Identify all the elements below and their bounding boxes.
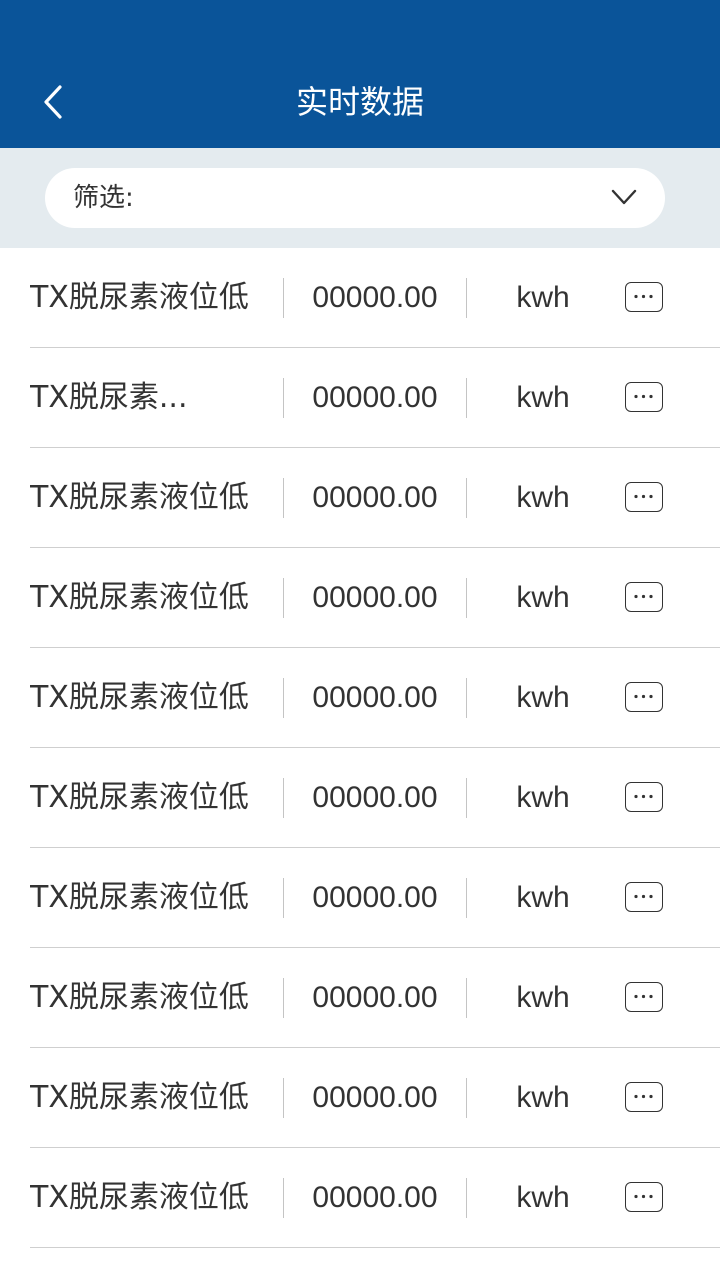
item-value: 00000.00 (312, 781, 438, 814)
item-value: 00000.00 (312, 581, 438, 614)
item-value: 00000.00 (312, 1081, 438, 1114)
item-value: 00000.00 (312, 681, 438, 714)
more-button[interactable] (625, 682, 663, 712)
filter-select[interactable]: 筛选: (45, 168, 665, 228)
filter-label: 筛选: (73, 183, 134, 213)
item-name: TX脱尿素液位低 (30, 680, 249, 715)
item-unit: kwh (516, 681, 570, 714)
column-divider (466, 1078, 467, 1118)
item-name: TX脱尿素液位低 (30, 280, 249, 315)
item-name: TX脱尿素液位低 (30, 1080, 249, 1115)
more-dots-icon (634, 694, 653, 699)
chevron-down-icon (609, 182, 639, 212)
more-dots-icon (634, 994, 653, 999)
column-divider (466, 978, 467, 1018)
item-value: 00000.00 (312, 881, 438, 914)
more-button[interactable] (625, 482, 663, 512)
list-item[interactable]: TX脱尿素液位低 00000.00 kwh (0, 748, 720, 848)
page-title: 实时数据 (295, 83, 424, 121)
item-name: TX脱尿素液位低 (30, 780, 249, 815)
more-button[interactable] (625, 282, 663, 312)
data-list: TX脱尿素液位低 00000.00 kwh TX脱尿素... 00000.00 … (0, 248, 720, 1248)
more-button[interactable] (625, 1082, 663, 1112)
item-value: 00000.00 (312, 281, 438, 314)
item-unit: kwh (516, 1081, 570, 1114)
item-name: TX脱尿素液位低 (30, 580, 249, 615)
item-name: TX脱尿素液位低 (30, 1180, 249, 1215)
list-item[interactable]: TX脱尿素... 00000.00 kwh (0, 348, 720, 448)
more-button[interactable] (625, 382, 663, 412)
more-dots-icon (634, 794, 653, 799)
more-dots-icon (634, 394, 653, 399)
list-item[interactable]: TX脱尿素液位低 00000.00 kwh (0, 1048, 720, 1148)
list-item[interactable]: TX脱尿素液位低 00000.00 kwh (0, 948, 720, 1048)
column-divider (466, 478, 467, 518)
item-value: 00000.00 (312, 381, 438, 414)
more-button[interactable] (625, 782, 663, 812)
list-item[interactable]: TX脱尿素液位低 00000.00 kwh (0, 848, 720, 948)
more-button[interactable] (625, 582, 663, 612)
list-item[interactable]: TX脱尿素液位低 00000.00 kwh (0, 548, 720, 648)
item-unit: kwh (516, 381, 570, 414)
more-dots-icon (634, 594, 653, 599)
header-bar: 实时数据 (0, 0, 720, 148)
more-dots-icon (634, 294, 653, 299)
column-divider (466, 378, 467, 418)
list-item[interactable]: TX脱尿素液位低 00000.00 kwh (0, 1148, 720, 1248)
item-value: 00000.00 (312, 981, 438, 1014)
column-divider (466, 578, 467, 618)
item-value: 00000.00 (312, 1181, 438, 1214)
more-button[interactable] (625, 882, 663, 912)
item-unit: kwh (516, 781, 570, 814)
item-unit: kwh (516, 981, 570, 1014)
list-item[interactable]: TX脱尿素液位低 00000.00 kwh (0, 248, 720, 348)
item-unit: kwh (516, 481, 570, 514)
item-name: TX脱尿素液位低 (30, 480, 249, 515)
item-unit: kwh (516, 581, 570, 614)
more-button[interactable] (625, 982, 663, 1012)
more-button[interactable] (625, 1182, 663, 1212)
list-item[interactable]: TX脱尿素液位低 00000.00 kwh (0, 448, 720, 548)
column-divider (466, 678, 467, 718)
item-name: TX脱尿素液位低 (30, 980, 249, 1015)
item-name: TX脱尿素... (30, 380, 188, 415)
item-unit: kwh (516, 281, 570, 314)
list-item[interactable]: TX脱尿素液位低 00000.00 kwh (0, 648, 720, 748)
more-dots-icon (634, 894, 653, 899)
more-dots-icon (634, 1194, 653, 1199)
column-divider (466, 1178, 467, 1218)
item-value: 00000.00 (312, 481, 438, 514)
column-divider (466, 878, 467, 918)
column-divider (466, 278, 467, 318)
more-dots-icon (634, 494, 653, 499)
column-divider (466, 778, 467, 818)
more-dots-icon (634, 1094, 653, 1099)
item-unit: kwh (516, 1181, 570, 1214)
item-name: TX脱尿素液位低 (30, 880, 249, 915)
item-unit: kwh (516, 881, 570, 914)
